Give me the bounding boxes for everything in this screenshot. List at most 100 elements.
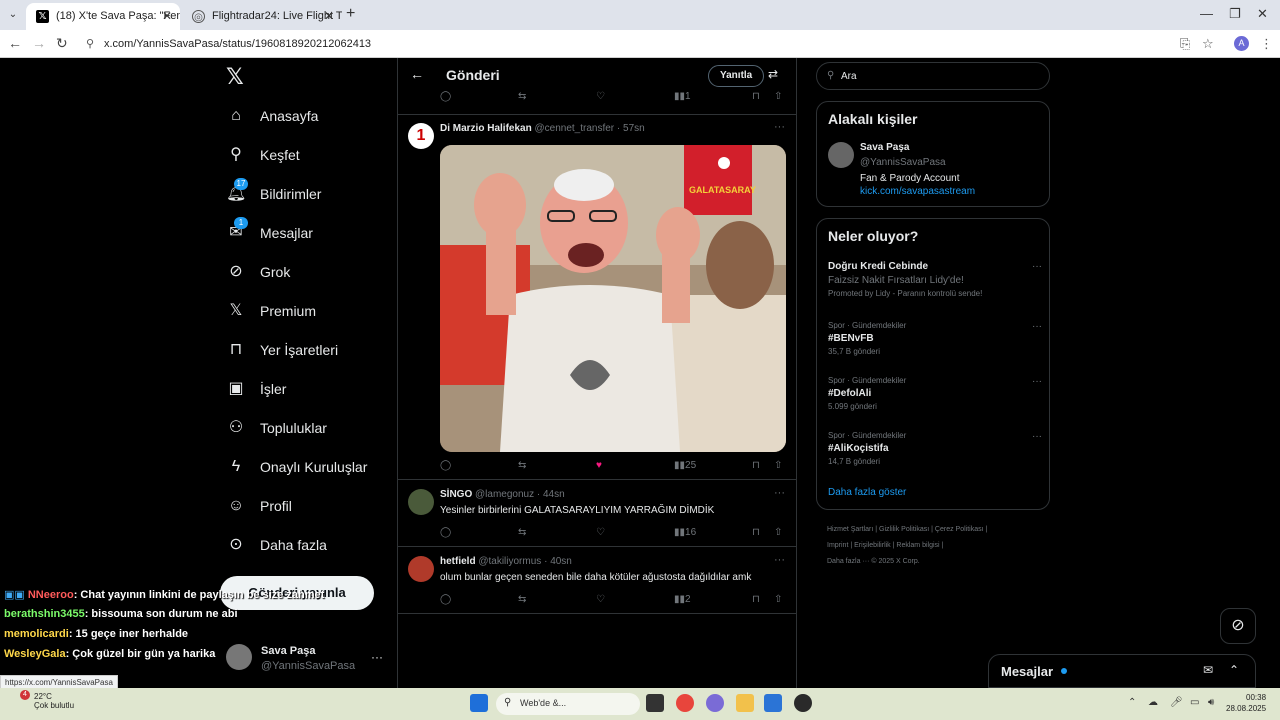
file-explorer-icon[interactable]: [736, 694, 754, 712]
clock[interactable]: 00:38 28.08.2025: [1226, 692, 1266, 714]
share-icon[interactable]: ⇧: [774, 91, 782, 102]
footer-link[interactable]: Erişilebilirlik: [854, 542, 891, 549]
related-handle[interactable]: @YannisSavaPasa: [860, 157, 946, 168]
promoted-trend[interactable]: Doğru Kredi Cebinde Faizsiz Nakit Fırsat…: [828, 261, 1042, 298]
reply-icon[interactable]: ◯: [440, 91, 451, 102]
trend-item[interactable]: Spor · Gündemdekiler #AliKoçistifa 14,7 …: [828, 431, 1042, 466]
footer-link[interactable]: Hizmet Şartları: [827, 526, 873, 533]
nav-messages[interactable]: ✉ 1 Mesajlar: [226, 217, 313, 248]
nav-bookmarks[interactable]: ⊓ Yer İşaretleri: [226, 335, 338, 365]
like-icon[interactable]: ♡: [596, 594, 605, 605]
chevron-up-icon[interactable]: ⌃: [1229, 663, 1239, 677]
nav-profile[interactable]: ☺ Profil: [226, 491, 292, 521]
retweet-icon[interactable]: ⇆: [518, 460, 526, 471]
restore-icon[interactable]: ❐: [1229, 6, 1241, 22]
avatar[interactable]: [408, 489, 434, 515]
store-icon[interactable]: [764, 694, 782, 712]
url-input[interactable]: ⚲ x.com/YannisSavaPasa/status/1960818920…: [80, 33, 1170, 55]
related-name[interactable]: Sava Paşa: [860, 142, 910, 153]
browser-tab-x[interactable]: 𝕏 (18) X'te Sava Paşa: "Fenerbahçe ✕: [26, 3, 180, 30]
tweet-media-image[interactable]: GALATASARAY: [440, 145, 786, 452]
bookmark-icon[interactable]: ⊓: [752, 527, 760, 538]
weather-widget[interactable]: 22°C Çok bulutlu: [34, 692, 74, 710]
avatar[interactable]: 1: [408, 123, 434, 149]
share-icon[interactable]: ⇧: [774, 527, 782, 538]
copilot-icon[interactable]: [706, 694, 724, 712]
nav-explore[interactable]: ⚲ Keşfet: [226, 140, 300, 170]
messages-drawer[interactable]: Mesajlar ✉ ⌃: [988, 654, 1256, 688]
install-app-icon[interactable]: ⎘: [1180, 36, 1190, 52]
nav-verified-orgs[interactable]: ϟ Onaylı Kuruluşlar: [226, 452, 368, 482]
views-icon[interactable]: ▮▮ 25: [674, 460, 696, 471]
nav-notifications[interactable]: 🔔︎ 17 Bildirimler: [226, 178, 321, 209]
new-tab-icon[interactable]: +: [346, 5, 355, 23]
minimize-icon[interactable]: —: [1200, 6, 1213, 21]
more-icon[interactable]: ···: [371, 650, 383, 664]
footer-link[interactable]: Gizlilik Politikası: [879, 526, 929, 533]
reply-icon[interactable]: ◯: [440, 460, 451, 471]
close-tab-icon[interactable]: ✕: [162, 9, 172, 23]
views-icon[interactable]: ▮▮ 16: [674, 527, 696, 538]
retweet-icon[interactable]: ⇆: [518, 91, 526, 102]
footer-link[interactable]: Imprint: [827, 542, 848, 549]
more-icon[interactable]: ···: [774, 487, 785, 499]
footer-link[interactable]: Çerez Politikası: [935, 526, 984, 533]
nav-communities[interactable]: ⚇ Topluluklar: [226, 413, 327, 443]
bookmark-icon[interactable]: ⊓: [752, 91, 760, 102]
trend-item[interactable]: Spor · Gündemdekiler #BENvFB 35,7 B gönd…: [828, 321, 1042, 356]
more-icon[interactable]: ···: [774, 554, 785, 566]
tweet-time[interactable]: 40sn: [550, 556, 572, 567]
taskbar-search[interactable]: ⚲ Web'de &...: [496, 693, 640, 715]
forward-icon[interactable]: →: [32, 35, 46, 51]
browser-menu-icon[interactable]: ⋮: [1260, 36, 1273, 52]
close-window-icon[interactable]: ✕: [1257, 6, 1268, 22]
related-link[interactable]: kick.com/savapasastream: [860, 186, 975, 197]
like-icon[interactable]: ♡: [596, 91, 605, 102]
reply-icon[interactable]: ◯: [440, 527, 451, 538]
grok-button[interactable]: ⊘: [1220, 608, 1256, 644]
tweet-author-handle[interactable]: @takiliyormus: [478, 556, 541, 567]
volume-icon[interactable]: 🔊︎: [1208, 697, 1214, 708]
like-icon[interactable]: ♡: [596, 527, 605, 538]
chevron-up-icon[interactable]: ⌃: [1128, 697, 1136, 708]
more-icon[interactable]: ···: [1032, 321, 1042, 332]
nav-jobs[interactable]: ▣ İşler: [226, 374, 286, 404]
tweet-time[interactable]: 57sn: [623, 123, 645, 134]
reload-icon[interactable]: ↻: [56, 35, 68, 52]
bookmark-star-icon[interactable]: ☆: [1202, 36, 1214, 52]
nav-grok[interactable]: ⊘ Grok: [226, 257, 290, 287]
back-arrow-icon[interactable]: ←: [410, 66, 424, 82]
tweet-author-handle[interactable]: @cennet_transfer: [534, 123, 614, 134]
tweet-author-handle[interactable]: @lamegonuz: [475, 489, 534, 500]
show-more-link[interactable]: Daha fazla göster: [828, 487, 906, 498]
retweet-icon[interactable]: ⇆: [518, 527, 526, 538]
nav-premium[interactable]: 𝕏 Premium: [226, 296, 316, 326]
tweet[interactable]: hetfield @takiliyormus · 40sn ··· olum b…: [398, 548, 796, 614]
tweet[interactable]: 1 Di Marzio Halifekan @cennet_transfer ·…: [398, 114, 796, 480]
trend-item[interactable]: Spor · Gündemdekiler #DefolAli 5.099 gön…: [828, 376, 1042, 411]
more-icon[interactable]: ···: [1032, 431, 1042, 442]
reply-button[interactable]: Yanıtla: [708, 65, 765, 87]
microphone-icon[interactable]: 🎤︎: [1170, 697, 1183, 708]
nav-more[interactable]: ⊙ Daha fazla: [226, 530, 327, 560]
tweet-author-name[interactable]: hetfield: [440, 556, 476, 567]
network-icon[interactable]: ▭: [1190, 697, 1199, 708]
nav-home[interactable]: ⌂ Anasayfa: [226, 101, 318, 131]
tweet-author-name[interactable]: SİNGO: [440, 489, 472, 500]
close-tab-icon[interactable]: ✕: [324, 9, 334, 23]
reply-icon[interactable]: ◯: [440, 594, 451, 605]
tweet-author-name[interactable]: Di Marzio Halifekan: [440, 123, 532, 134]
x-logo-icon[interactable]: 𝕏: [226, 64, 244, 90]
account-switcher[interactable]: Sava Paşa @YannisSavaPasa ···: [226, 640, 391, 680]
search-input[interactable]: ⚲ Ara: [816, 62, 1050, 90]
tweet[interactable]: SİNGO @lamegonuz · 44sn ··· Yesinler bir…: [398, 481, 796, 547]
avatar[interactable]: [828, 142, 854, 168]
app-icon[interactable]: [794, 694, 812, 712]
cloud-icon[interactable]: ☁: [1148, 697, 1158, 708]
more-icon[interactable]: ···: [774, 121, 785, 133]
share-icon[interactable]: ⇧: [774, 594, 782, 605]
new-message-icon[interactable]: ✉: [1203, 663, 1213, 677]
filter-icon[interactable]: ⇄: [768, 67, 778, 81]
back-icon[interactable]: ←: [8, 35, 22, 51]
bookmark-icon[interactable]: ⊓: [752, 594, 760, 605]
